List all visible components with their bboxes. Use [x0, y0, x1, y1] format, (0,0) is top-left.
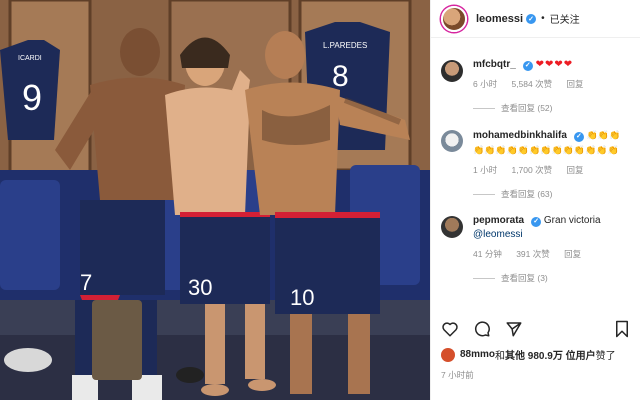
liker-avatar	[441, 347, 455, 362]
comment-item: mfcbqtr_ ✓ ❤❤❤❤ 6 小时 5,584 次赞 回复 查看回复 (52…	[441, 58, 630, 114]
separator-dot: •	[541, 13, 545, 24]
comment-mention-link[interactable]: @leomessi	[473, 229, 523, 240]
shorts-number-middle: 30	[188, 275, 212, 300]
jersey-paredes-number: 8	[332, 60, 349, 93]
post-timestamp[interactable]: 7 小时前	[441, 369, 474, 381]
comment-meta: 6 小时 5,584 次赞 回复	[473, 78, 630, 90]
reply-button[interactable]: 回复	[566, 165, 583, 175]
author-avatar[interactable]	[441, 5, 467, 32]
bookmark-icon[interactable]	[614, 320, 630, 338]
author-username[interactable]: leomessi	[476, 13, 523, 25]
commenter-avatar[interactable]	[441, 130, 463, 152]
heart-icon[interactable]	[441, 320, 459, 338]
verified-icon: ✓	[531, 217, 542, 227]
verified-icon: ✓	[522, 61, 533, 71]
view-replies-button[interactable]: 查看回复 (3)	[473, 272, 630, 284]
view-replies-button[interactable]: 查看回复 (63)	[473, 188, 630, 200]
post-sidebar: leomessi ✓ • 已关注 mfcbqtr_ ✓ ❤❤❤❤ 6 小时 5,5…	[430, 0, 640, 400]
likes-summary[interactable]: 88mmo 和 其他 980.9万 位用户 赞了	[441, 347, 616, 362]
comment-time[interactable]: 1 小时	[473, 165, 497, 175]
jersey-icardi-number: 9	[22, 77, 42, 118]
verified-icon: ✓	[526, 13, 537, 24]
commenter-username[interactable]: pepmorata	[473, 215, 524, 226]
view-replies-label: 查看回复 (3)	[501, 273, 548, 283]
likes-connector: 和	[495, 351, 506, 362]
commenter-avatar[interactable]	[441, 60, 463, 82]
comments-list[interactable]: mfcbqtr_ ✓ ❤❤❤❤ 6 小时 5,584 次赞 回复 查看回复 (52…	[431, 48, 640, 314]
comment-meta: 1 小时 1,700 次赞 回复	[473, 164, 630, 176]
shorts-number-right: 10	[290, 285, 314, 310]
comment-likes[interactable]: 5,584 次赞	[511, 79, 552, 89]
likes-others-count[interactable]: 其他 980.9万 位用户	[505, 347, 596, 362]
comment-item: mohamedbinkhalifa ✓ 👏👏👏👏👏👏👏👏👏👏👏👏👏👏👏👏 1 小时…	[441, 128, 630, 200]
comment-text: ❤❤❤❤	[535, 59, 574, 70]
post-actions	[441, 318, 630, 340]
likes-suffix: 赞了	[595, 351, 616, 362]
verified-icon: ✓	[573, 132, 584, 142]
comment-text: Gran victoria	[543, 215, 601, 226]
comment-icon[interactable]	[473, 320, 491, 338]
liker-username[interactable]: 88mmo	[460, 349, 495, 360]
reply-button[interactable]: 回复	[566, 79, 583, 89]
follow-status-button[interactable]: 已关注	[550, 11, 580, 26]
shorts-number-left: 7	[80, 270, 92, 295]
post-header: leomessi ✓ • 已关注	[431, 0, 640, 38]
replies-line	[473, 277, 495, 279]
reply-button[interactable]: 回复	[564, 249, 581, 259]
comment-likes[interactable]: 391 次赞	[516, 249, 550, 259]
commenter-username[interactable]: mfcbqtr_	[473, 59, 516, 70]
replies-line	[473, 107, 495, 109]
jersey-paredes-name: L.PAREDES	[323, 41, 367, 50]
comment-likes[interactable]: 1,700 次赞	[511, 165, 552, 175]
comment-time[interactable]: 6 小时	[473, 79, 497, 89]
instagram-post: ICARDI 9 L.PAREDES 8 7 30 10 leomessi ✓ …	[0, 0, 640, 400]
post-photo: ICARDI 9 L.PAREDES 8 7 30 10	[0, 0, 430, 400]
view-replies-label: 查看回复 (63)	[501, 189, 553, 199]
view-replies-label: 查看回复 (52)	[501, 103, 553, 113]
comment-time[interactable]: 41 分钟	[473, 249, 502, 259]
commenter-avatar[interactable]	[441, 216, 463, 238]
locker-room-photo: ICARDI 9 L.PAREDES 8 7 30 10	[0, 0, 430, 400]
share-icon[interactable]	[505, 320, 523, 338]
comment-meta: 41 分钟 391 次赞 回复	[473, 248, 630, 260]
comment-item: pepmorata ✓ Gran victoria @leomessi 41 分钟…	[441, 214, 630, 284]
jersey-icardi-name: ICARDI	[18, 55, 42, 62]
replies-line	[473, 193, 495, 195]
commenter-username[interactable]: mohamedbinkhalifa	[473, 130, 567, 141]
view-replies-button[interactable]: 查看回复 (52)	[473, 102, 630, 114]
